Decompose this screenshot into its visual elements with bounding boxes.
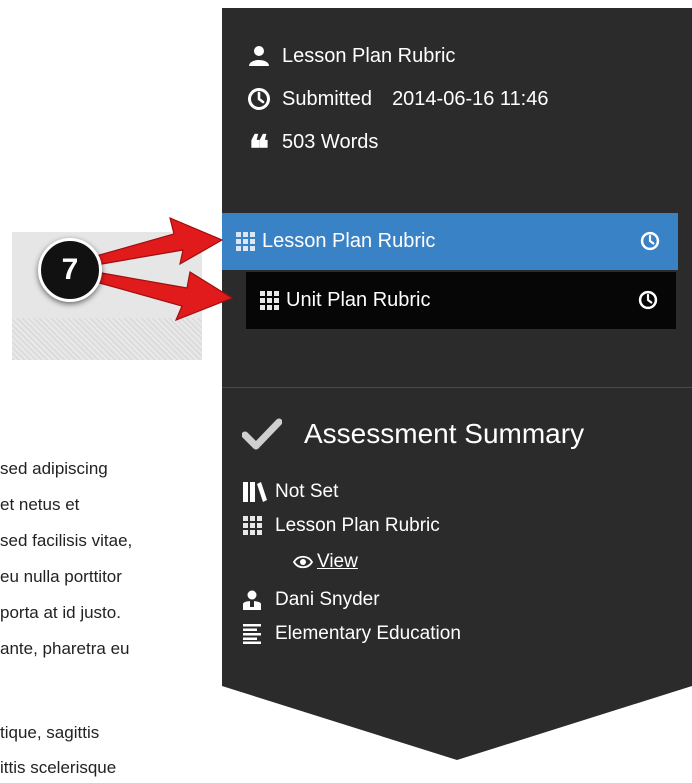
page: sed adipiscing et netus et sed facilisis… xyxy=(0,0,692,783)
step-number-badge: 7 xyxy=(38,238,102,302)
callout-arrows xyxy=(95,216,234,322)
